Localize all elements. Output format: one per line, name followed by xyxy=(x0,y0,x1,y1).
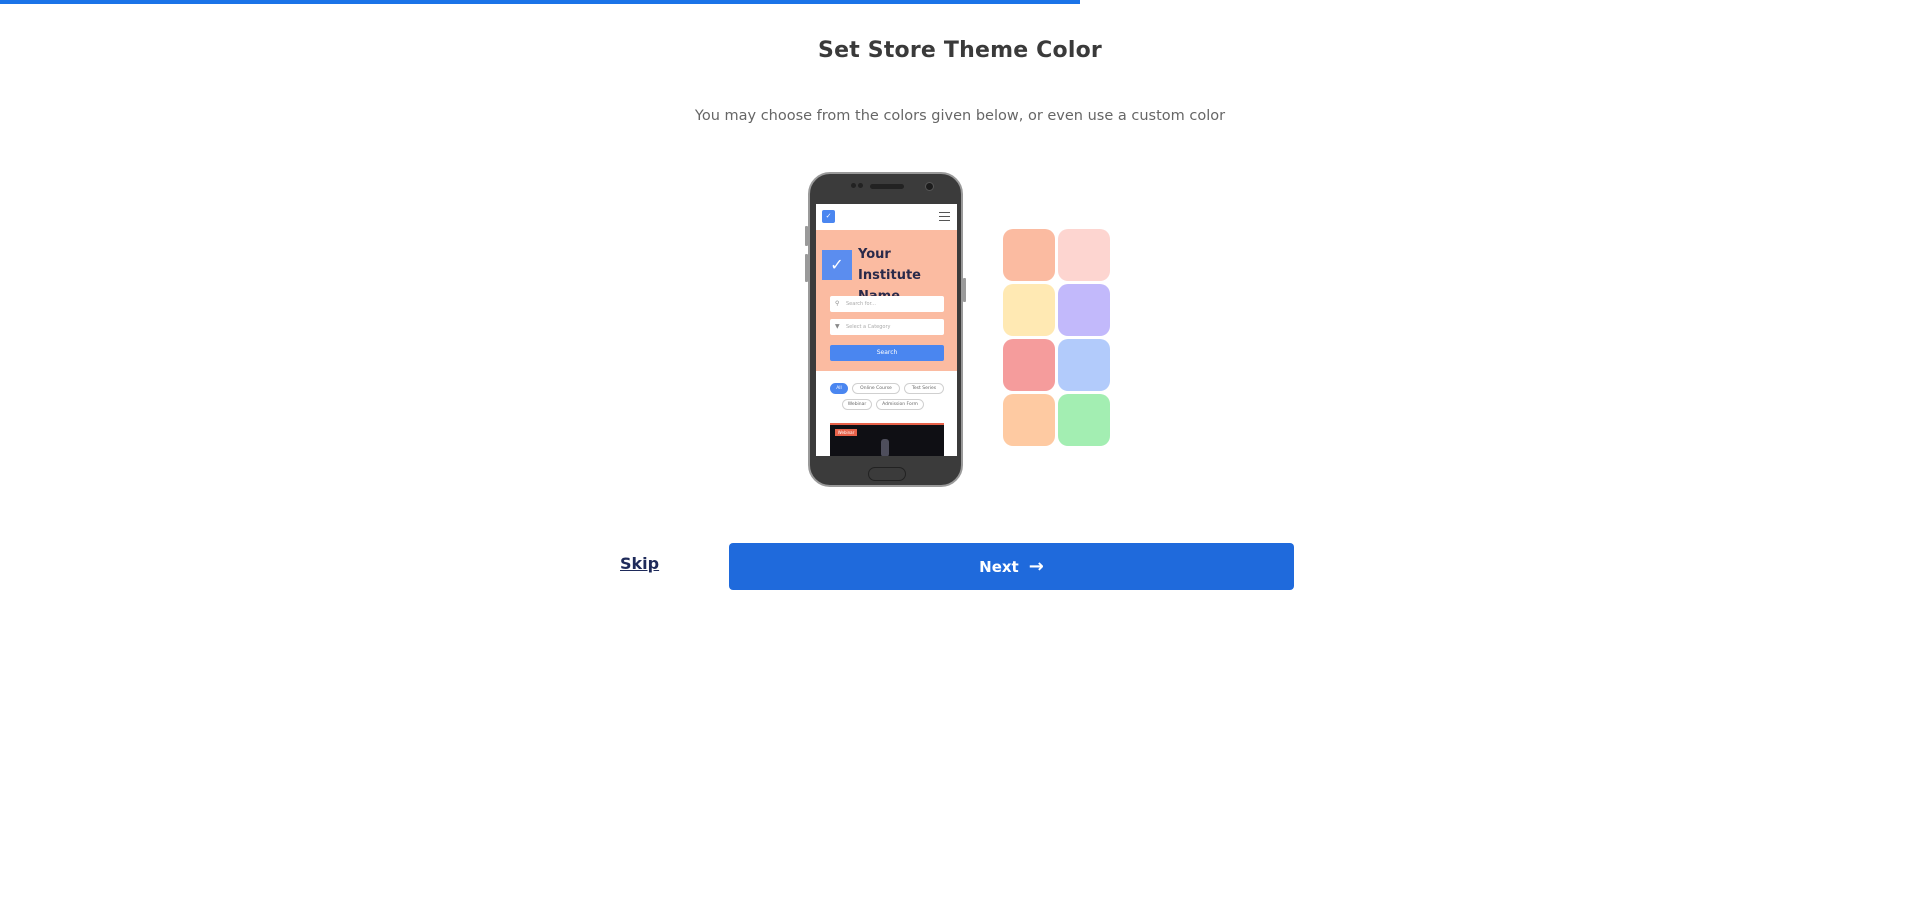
preview-header: ✓ xyxy=(816,204,957,230)
swatch-coral[interactable] xyxy=(1003,339,1055,391)
preview-chip: Admission Form xyxy=(876,399,924,410)
preview-chip: Test Series xyxy=(904,383,944,394)
next-label: Next xyxy=(979,557,1019,576)
swatch-cream[interactable] xyxy=(1003,284,1055,336)
progress-fill xyxy=(0,0,1080,4)
progress-bar xyxy=(0,0,1920,4)
preview-search-input: ⚲ Search for... xyxy=(830,296,944,312)
phone-speaker xyxy=(870,184,904,189)
preview-category-select: ▼ Select a Category xyxy=(830,319,944,335)
phone-sensor xyxy=(858,183,863,188)
hamburger-menu-icon xyxy=(939,212,950,221)
preview-chip: Online Course xyxy=(852,383,900,394)
next-button[interactable]: Next → xyxy=(729,543,1294,590)
banner-image xyxy=(881,439,889,456)
swatch-apricot[interactable] xyxy=(1003,394,1055,446)
preview-search-button: Search xyxy=(830,345,944,361)
banner-tag: Webinar xyxy=(835,429,857,436)
page-subtitle: You may choose from the colors given bel… xyxy=(694,108,1226,124)
phone-screen: ✓ ✓ Your Institute Name ⚲ Search for... … xyxy=(816,204,957,456)
preview-logo-icon: ✓ xyxy=(822,210,835,223)
preview-banner: Webinar xyxy=(830,423,944,456)
phone-sensor xyxy=(851,183,856,188)
institute-logo-icon: ✓ xyxy=(822,250,852,280)
phone-camera xyxy=(925,182,934,191)
swatch-lavender[interactable] xyxy=(1058,284,1110,336)
preview-hero: ✓ Your Institute Name ⚲ Search for... ▼ … xyxy=(816,230,957,371)
swatch-mint[interactable] xyxy=(1058,394,1110,446)
skip-link[interactable]: Skip xyxy=(620,554,659,573)
swatch-light-pink[interactable] xyxy=(1058,229,1110,281)
search-icon: ⚲ xyxy=(835,300,840,307)
phone-volume-button xyxy=(805,226,808,246)
preview-chip: All xyxy=(830,383,848,394)
page-title: Set Store Theme Color xyxy=(818,38,1102,63)
phone-volume-button xyxy=(805,254,808,282)
filter-icon: ▼ xyxy=(835,323,840,330)
phone-power-button xyxy=(963,278,966,302)
preview-chips: All Online Course Test Series Webinar Ad… xyxy=(816,371,957,421)
phone-preview: ✓ ✓ Your Institute Name ⚲ Search for... … xyxy=(805,172,966,487)
preview-chip: Webinar xyxy=(842,399,872,410)
phone-home-button xyxy=(868,467,906,481)
swatch-light-blue[interactable] xyxy=(1058,339,1110,391)
swatch-peach[interactable] xyxy=(1003,229,1055,281)
arrow-right-icon: → xyxy=(1028,555,1044,577)
